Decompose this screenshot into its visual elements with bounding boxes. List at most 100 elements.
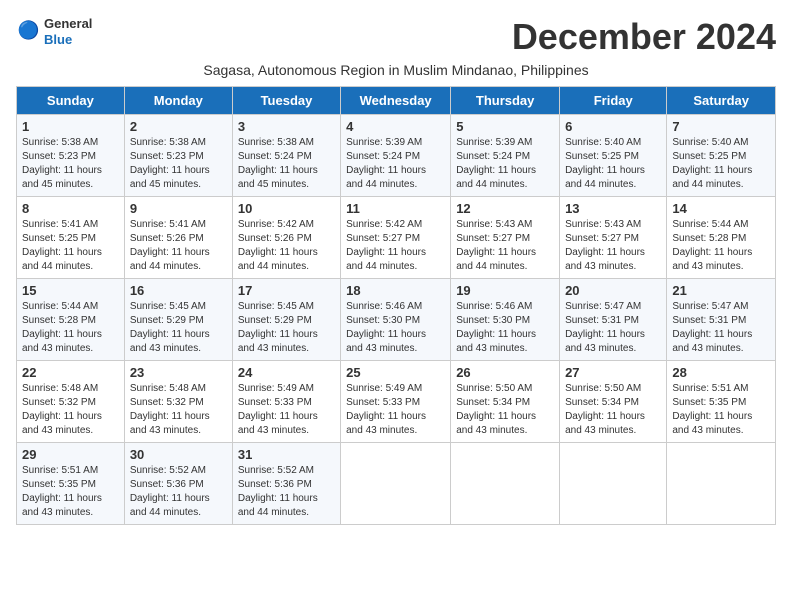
day-number: 19 (456, 283, 554, 298)
day-info: Sunrise: 5:48 AMSunset: 5:32 PMDaylight:… (22, 382, 119, 438)
day-number: 1 (22, 119, 119, 134)
day-info: Sunrise: 5:43 AMSunset: 5:27 PMDaylight:… (456, 218, 554, 274)
day-info: Sunrise: 5:42 AMSunset: 5:26 PMDaylight:… (238, 218, 335, 274)
day-info: Sunrise: 5:51 AMSunset: 5:35 PMDaylight:… (672, 382, 770, 438)
day-number: 15 (22, 283, 119, 298)
day-cell: 2 Sunrise: 5:38 AMSunset: 5:23 PMDaylight… (124, 115, 232, 197)
day-number: 31 (238, 447, 335, 462)
calendar-table: SundayMondayTuesdayWednesdayThursdayFrid… (16, 86, 776, 525)
col-header-sunday: Sunday (17, 87, 125, 115)
day-info: Sunrise: 5:38 AMSunset: 5:24 PMDaylight:… (238, 136, 335, 192)
day-info: Sunrise: 5:45 AMSunset: 5:29 PMDaylight:… (238, 300, 335, 356)
day-number: 6 (565, 119, 661, 134)
day-number: 26 (456, 365, 554, 380)
day-info: Sunrise: 5:49 AMSunset: 5:33 PMDaylight:… (238, 382, 335, 438)
col-header-friday: Friday (560, 87, 667, 115)
day-number: 27 (565, 365, 661, 380)
day-info: Sunrise: 5:38 AMSunset: 5:23 PMDaylight:… (22, 136, 119, 192)
day-info: Sunrise: 5:42 AMSunset: 5:27 PMDaylight:… (346, 218, 445, 274)
day-cell: 10 Sunrise: 5:42 AMSunset: 5:26 PMDayligh… (232, 197, 340, 279)
col-header-tuesday: Tuesday (232, 87, 340, 115)
day-number: 4 (346, 119, 445, 134)
day-number: 5 (456, 119, 554, 134)
day-cell: 3 Sunrise: 5:38 AMSunset: 5:24 PMDaylight… (232, 115, 340, 197)
day-info: Sunrise: 5:47 AMSunset: 5:31 PMDaylight:… (565, 300, 661, 356)
day-info: Sunrise: 5:40 AMSunset: 5:25 PMDaylight:… (565, 136, 661, 192)
day-cell: 20 Sunrise: 5:47 AMSunset: 5:31 PMDayligh… (560, 279, 667, 361)
day-cell: 4 Sunrise: 5:39 AMSunset: 5:24 PMDaylight… (341, 115, 451, 197)
col-header-wednesday: Wednesday (341, 87, 451, 115)
logo-blue: Blue (44, 32, 92, 48)
day-cell: 27 Sunrise: 5:50 AMSunset: 5:34 PMDayligh… (560, 361, 667, 443)
day-cell: 15 Sunrise: 5:44 AMSunset: 5:28 PMDayligh… (17, 279, 125, 361)
week-row-3: 15 Sunrise: 5:44 AMSunset: 5:28 PMDayligh… (17, 279, 776, 361)
day-cell: 22Sunrise: 5:48 AMSunset: 5:32 PMDayligh… (17, 361, 125, 443)
week-row-4: 22Sunrise: 5:48 AMSunset: 5:32 PMDayligh… (17, 361, 776, 443)
day-cell: 31Sunrise: 5:52 AMSunset: 5:36 PMDayligh… (232, 443, 340, 525)
day-info: Sunrise: 5:50 AMSunset: 5:34 PMDaylight:… (456, 382, 554, 438)
day-cell: 13Sunrise: 5:43 AMSunset: 5:27 PMDayligh… (560, 197, 667, 279)
col-header-thursday: Thursday (451, 87, 560, 115)
day-cell: 19Sunrise: 5:46 AMSunset: 5:30 PMDayligh… (451, 279, 560, 361)
day-cell: 7 Sunrise: 5:40 AMSunset: 5:25 PMDaylight… (667, 115, 776, 197)
day-cell: 29 Sunrise: 5:51 AMSunset: 5:35 PMDayligh… (17, 443, 125, 525)
day-number: 7 (672, 119, 770, 134)
day-info: Sunrise: 5:45 AMSunset: 5:29 PMDaylight:… (130, 300, 227, 356)
day-info: Sunrise: 5:40 AMSunset: 5:25 PMDaylight:… (672, 136, 770, 192)
day-info: Sunrise: 5:51 AMSunset: 5:35 PMDaylight:… (22, 464, 119, 520)
day-number: 13 (565, 201, 661, 216)
day-cell: 16 Sunrise: 5:45 AMSunset: 5:29 PMDayligh… (124, 279, 232, 361)
day-cell: 1 Sunrise: 5:38 AMSunset: 5:23 PMDaylight… (17, 115, 125, 197)
svg-text:🔵: 🔵 (18, 20, 40, 40)
day-number: 9 (130, 201, 227, 216)
day-number: 20 (565, 283, 661, 298)
day-cell: 12 Sunrise: 5:43 AMSunset: 5:27 PMDayligh… (451, 197, 560, 279)
logo-text: General Blue (44, 16, 92, 47)
day-info: Sunrise: 5:49 AMSunset: 5:33 PMDaylight:… (346, 382, 445, 438)
day-number: 10 (238, 201, 335, 216)
day-cell: 14 Sunrise: 5:44 AMSunset: 5:28 PMDayligh… (667, 197, 776, 279)
day-cell (451, 443, 560, 525)
day-number: 21 (672, 283, 770, 298)
day-number: 24 (238, 365, 335, 380)
day-number: 11 (346, 201, 445, 216)
day-cell: 25 Sunrise: 5:49 AMSunset: 5:33 PMDayligh… (341, 361, 451, 443)
col-header-monday: Monday (124, 87, 232, 115)
month-title: December 2024 (512, 16, 776, 58)
logo-general: General (44, 16, 92, 32)
day-cell: 17Sunrise: 5:45 AMSunset: 5:29 PMDayligh… (232, 279, 340, 361)
day-number: 14 (672, 201, 770, 216)
day-cell: 6 Sunrise: 5:40 AMSunset: 5:25 PMDaylight… (560, 115, 667, 197)
day-info: Sunrise: 5:38 AMSunset: 5:23 PMDaylight:… (130, 136, 227, 192)
day-info: Sunrise: 5:52 AMSunset: 5:36 PMDaylight:… (130, 464, 227, 520)
day-number: 29 (22, 447, 119, 462)
day-cell (667, 443, 776, 525)
day-info: Sunrise: 5:39 AMSunset: 5:24 PMDaylight:… (456, 136, 554, 192)
day-cell: 21 Sunrise: 5:47 AMSunset: 5:31 PMDayligh… (667, 279, 776, 361)
day-cell: 5 Sunrise: 5:39 AMSunset: 5:24 PMDaylight… (451, 115, 560, 197)
day-cell: 28 Sunrise: 5:51 AMSunset: 5:35 PMDayligh… (667, 361, 776, 443)
day-number: 12 (456, 201, 554, 216)
day-number: 3 (238, 119, 335, 134)
day-info: Sunrise: 5:47 AMSunset: 5:31 PMDaylight:… (672, 300, 770, 356)
day-cell (560, 443, 667, 525)
day-cell: 8 Sunrise: 5:41 AMSunset: 5:25 PMDaylight… (17, 197, 125, 279)
day-number: 2 (130, 119, 227, 134)
day-info: Sunrise: 5:39 AMSunset: 5:24 PMDaylight:… (346, 136, 445, 192)
subtitle: Sagasa, Autonomous Region in Muslim Mind… (16, 62, 776, 78)
day-info: Sunrise: 5:41 AMSunset: 5:25 PMDaylight:… (22, 218, 119, 274)
day-number: 28 (672, 365, 770, 380)
week-row-2: 8 Sunrise: 5:41 AMSunset: 5:25 PMDaylight… (17, 197, 776, 279)
day-cell: 18Sunrise: 5:46 AMSunset: 5:30 PMDayligh… (341, 279, 451, 361)
day-cell: 26 Sunrise: 5:50 AMSunset: 5:34 PMDayligh… (451, 361, 560, 443)
day-number: 25 (346, 365, 445, 380)
week-row-1: 1 Sunrise: 5:38 AMSunset: 5:23 PMDaylight… (17, 115, 776, 197)
col-header-saturday: Saturday (667, 87, 776, 115)
day-info: Sunrise: 5:50 AMSunset: 5:34 PMDaylight:… (565, 382, 661, 438)
day-number: 16 (130, 283, 227, 298)
day-number: 8 (22, 201, 119, 216)
day-info: Sunrise: 5:44 AMSunset: 5:28 PMDaylight:… (22, 300, 119, 356)
day-info: Sunrise: 5:48 AMSunset: 5:32 PMDaylight:… (130, 382, 227, 438)
day-number: 23 (130, 365, 227, 380)
day-info: Sunrise: 5:44 AMSunset: 5:28 PMDaylight:… (672, 218, 770, 274)
